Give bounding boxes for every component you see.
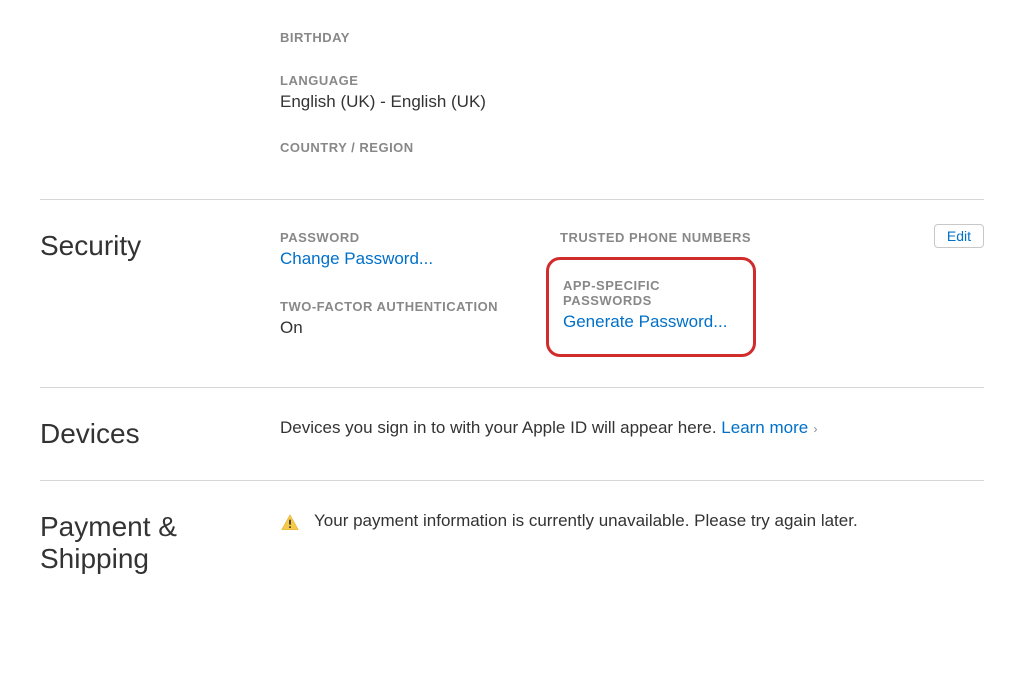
language-label: LANGUAGE xyxy=(280,73,984,88)
two-factor-value: On xyxy=(280,318,560,338)
warning-icon xyxy=(280,513,300,533)
language-value: English (UK) - English (UK) xyxy=(280,92,984,112)
password-label: PASSWORD xyxy=(280,230,560,245)
trusted-phone-label: TRUSTED PHONE NUMBERS xyxy=(560,230,840,245)
payment-shipping-title: Payment & Shipping xyxy=(40,511,280,575)
chevron-right-icon: › xyxy=(810,422,817,436)
security-section: Security PASSWORD Change Password... TWO… xyxy=(40,199,984,387)
app-specific-highlight: APP-SPECIFIC PASSWORDS Generate Password… xyxy=(546,257,756,357)
generate-password-link[interactable]: Generate Password... xyxy=(563,312,737,332)
devices-title: Devices xyxy=(40,418,280,450)
two-factor-label: TWO-FACTOR AUTHENTICATION xyxy=(280,299,560,314)
learn-more-link[interactable]: Learn more › xyxy=(721,418,817,437)
payment-warning-text: Your payment information is currently un… xyxy=(314,511,858,531)
app-specific-label: APP-SPECIFIC PASSWORDS xyxy=(563,278,737,308)
devices-text: Devices you sign in to with your Apple I… xyxy=(280,418,721,437)
devices-section: Devices Devices you sign in to with your… xyxy=(40,387,984,480)
edit-button[interactable]: Edit xyxy=(934,224,984,248)
change-password-link[interactable]: Change Password... xyxy=(280,249,560,269)
security-title: Security xyxy=(40,230,280,357)
payment-shipping-section: Payment & Shipping Your payment informat… xyxy=(40,480,984,605)
country-region-label: COUNTRY / REGION xyxy=(280,140,984,155)
birthday-label: BIRTHDAY xyxy=(280,30,984,45)
